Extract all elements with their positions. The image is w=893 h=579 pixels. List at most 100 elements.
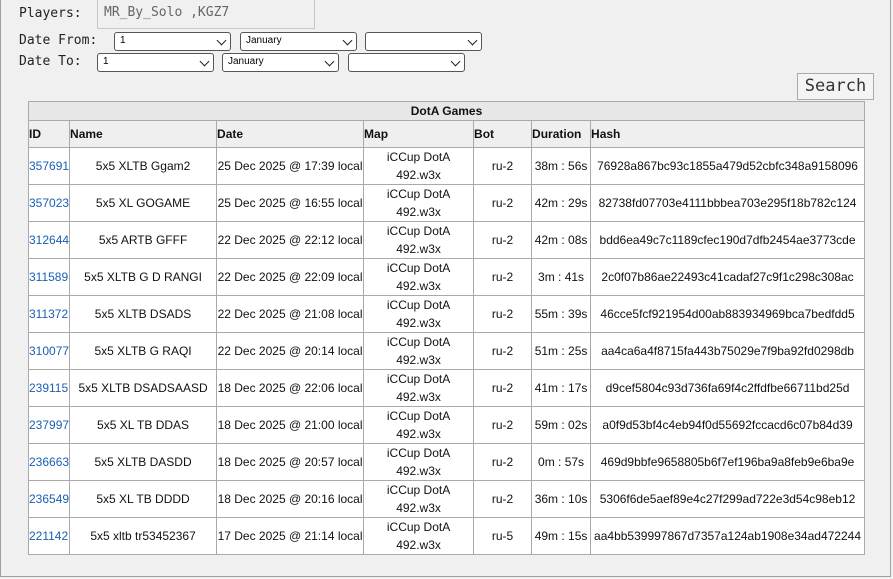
- map-name-line1: iCCup DotA: [386, 261, 451, 275]
- game-id-cell: 311589: [27, 258, 71, 296]
- from-month-select[interactable]: January: [240, 32, 357, 51]
- chevron-down-icon: [324, 56, 335, 67]
- date-to-label: Date To:: [19, 54, 82, 69]
- game-id-link[interactable]: 357023: [29, 196, 69, 210]
- map-name-line1: iCCup DotA: [386, 335, 451, 349]
- game-duration: 38m : 56s: [531, 147, 592, 185]
- game-bot: ru-2: [473, 221, 533, 259]
- game-id-cell: 357023: [27, 184, 71, 222]
- game-map: iCCup DotA 492.w3x: [363, 332, 475, 370]
- game-duration: 3m : 41s: [531, 258, 592, 296]
- game-id-cell: 357691: [27, 147, 71, 185]
- chevron-down-icon: [342, 35, 353, 46]
- game-name: 5x5 XLTB DSADSAASD: [69, 369, 218, 407]
- from-day-select[interactable]: 1: [114, 32, 231, 51]
- game-map: iCCup DotA 492.w3x: [363, 369, 475, 407]
- from-day-value: 1: [120, 35, 126, 46]
- to-year-select[interactable]: [348, 53, 465, 72]
- chevron-down-icon: [199, 56, 210, 67]
- game-bot: ru-2: [473, 332, 533, 370]
- chevron-down-icon: [216, 35, 227, 46]
- game-name: 5x5 XL TB DDAS: [69, 406, 218, 444]
- table-row: 236663 5x5 XLTB DASDD 18 Dec 2025 @ 20:57 …: [27, 443, 865, 481]
- game-id-cell: 236549: [27, 480, 71, 518]
- to-day-value: 1: [103, 56, 109, 67]
- game-hash: aa4bb539997867d7357a124ab1908e34ad472244: [590, 517, 865, 555]
- table-row: 236549 5x5 XL TB DDDD 18 Dec 2025 @ 20:16 …: [27, 480, 865, 518]
- table-row: 357023 5x5 XL GOGAME 25 Dec 2025 @ 16:55 l…: [27, 184, 865, 222]
- game-hash: aa4ca6a4f8715fa443b75029e7f9ba92fd0298db: [590, 332, 865, 370]
- search-button[interactable]: Search: [797, 73, 874, 100]
- game-hash: d9cef5804c93d736fa69f4c2ffdfbe66711bd25d: [590, 369, 865, 407]
- game-duration: 51m : 25s: [531, 332, 592, 370]
- map-name-line2: 492.w3x: [396, 390, 441, 404]
- game-hash: 2c0f07b86ae22493c41cadaf27c9f1c298c308ac: [590, 258, 865, 296]
- game-date: 22 Dec 2025 @ 22:09 local: [216, 258, 365, 296]
- game-id-link[interactable]: 221142: [29, 529, 68, 543]
- game-bot: ru-2: [473, 147, 533, 185]
- game-duration: 41m : 17s: [531, 369, 592, 407]
- from-month-value: January: [246, 35, 282, 46]
- game-hash: 469d9bbfe9658805b6f7ef196ba9a8feb9e6ba9e: [590, 443, 865, 481]
- game-name: 5x5 XLTB G D RANGI: [69, 258, 218, 296]
- game-name: 5x5 XLTB DASDD: [69, 443, 218, 481]
- to-month-select[interactable]: January: [222, 53, 339, 72]
- game-id-link[interactable]: 357691: [29, 159, 69, 173]
- players-input[interactable]: MR_By_Solo ,KGZ7: [97, 0, 315, 29]
- to-month-value: January: [228, 56, 264, 67]
- map-name-line2: 492.w3x: [396, 168, 441, 182]
- game-id-link[interactable]: 312644: [29, 233, 69, 247]
- game-id-link[interactable]: 311589: [29, 270, 68, 284]
- game-date: 22 Dec 2025 @ 22:12 local: [216, 221, 365, 259]
- game-id-cell: 311372: [27, 295, 71, 333]
- game-name: 5x5 XLTB Ggam2: [69, 147, 218, 185]
- table-row: 310077 5x5 XLTB G RAQI 22 Dec 2025 @ 20:14…: [27, 332, 865, 370]
- date-from-label: Date From:: [19, 33, 98, 48]
- games-table: DotA Games ID Name Date Map Bot Duration Hash …: [27, 101, 865, 555]
- game-date: 18 Dec 2025 @ 22:06 local: [216, 369, 365, 407]
- chevron-down-icon: [450, 56, 461, 67]
- game-id-cell: 310077: [27, 332, 71, 370]
- map-name-line2: 492.w3x: [396, 538, 441, 552]
- from-year-select[interactable]: [365, 32, 482, 51]
- game-id-link[interactable]: 311372: [29, 307, 68, 321]
- game-date: 25 Dec 2025 @ 16:55 local: [216, 184, 365, 222]
- players-label: Players:: [19, 6, 82, 21]
- game-map: iCCup DotA 492.w3x: [363, 221, 475, 259]
- table-row: 239115 5x5 XLTB DSADSAASD 18 Dec 2025 @ 22…: [27, 369, 865, 407]
- game-id-link[interactable]: 236549: [29, 492, 69, 506]
- game-map: iCCup DotA 492.w3x: [363, 480, 475, 518]
- game-bot: ru-2: [473, 184, 533, 222]
- game-name: 5x5 XL GOGAME: [69, 184, 218, 222]
- game-bot: ru-2: [473, 369, 533, 407]
- game-id-link[interactable]: 236663: [29, 455, 69, 469]
- map-name-line1: iCCup DotA: [386, 483, 451, 497]
- table-row: 221142 5x5 xltb tr53452367 17 Dec 2025 @ 2…: [27, 517, 865, 555]
- game-id-link[interactable]: 237997: [29, 418, 69, 432]
- game-hash: 46cce5fcf921954d00ab883934969bca7bedfdd5: [590, 295, 865, 333]
- game-duration: 36m : 10s: [531, 480, 592, 518]
- game-map: iCCup DotA 492.w3x: [363, 147, 475, 185]
- game-duration: 0m : 57s: [531, 443, 592, 481]
- chevron-down-icon: [467, 35, 478, 46]
- game-map: iCCup DotA 492.w3x: [363, 184, 475, 222]
- game-hash: bdd6ea49c7c1189cfec190d7dfb2454ae3773cde: [590, 221, 865, 259]
- game-date: 18 Dec 2025 @ 21:00 local: [216, 406, 365, 444]
- game-duration: 49m : 15s: [531, 517, 592, 555]
- map-name-line1: iCCup DotA: [386, 187, 451, 201]
- game-id-link[interactable]: 310077: [29, 344, 69, 358]
- game-hash: a0f9d53bf4c4eb94f0d55692fccacd6c07b84d39: [590, 406, 865, 444]
- game-duration: 42m : 08s: [531, 221, 592, 259]
- game-id-link[interactable]: 239115: [29, 381, 68, 395]
- game-bot: ru-2: [473, 295, 533, 333]
- map-name-line2: 492.w3x: [396, 205, 441, 219]
- column-header-duration: Duration: [531, 120, 592, 148]
- game-name: 5x5 ARTB GFFF: [69, 221, 218, 259]
- game-bot: ru-2: [473, 443, 533, 481]
- game-id-cell: 312644: [27, 221, 71, 259]
- to-day-select[interactable]: 1: [97, 53, 214, 72]
- game-map: iCCup DotA 492.w3x: [363, 258, 475, 296]
- game-id-cell: 221142: [27, 517, 71, 555]
- game-hash: 82738fd07703e4111bbbea703e295f18b782c124: [590, 184, 865, 222]
- map-name-line2: 492.w3x: [396, 242, 441, 256]
